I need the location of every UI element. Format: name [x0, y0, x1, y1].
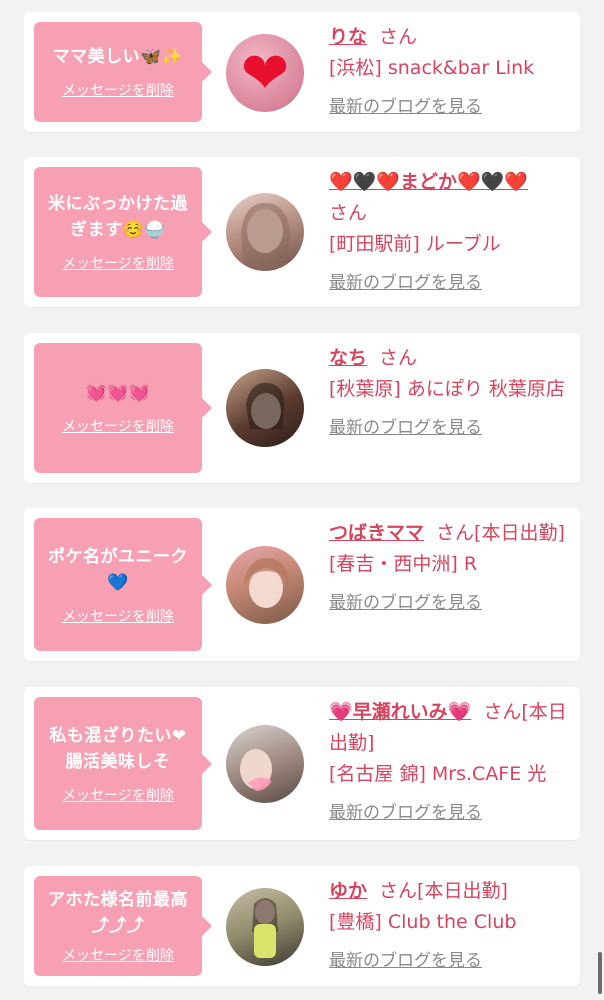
avatar[interactable]: ❤ — [226, 34, 304, 112]
message-bubble: 米にぶっかけた過 ぎます☺️🍚 メッセージを削除 — [34, 167, 212, 297]
latest-blog-link[interactable]: 最新のブログを見る — [329, 798, 482, 829]
message-card: ママ美しい🦋✨ メッセージを削除 ❤ りな さん [浜松] snack&bar L… — [24, 12, 580, 132]
cast-name-link[interactable]: ゆか — [329, 880, 367, 902]
person-avatar-icon — [240, 749, 272, 791]
shop-name: [浜松] snack&bar Link — [329, 57, 535, 79]
profile-info: ❤️🖤❤️まどか❤️🖤❤️ さん [町田駅前] ルーブル 最新のブログを見る — [329, 167, 569, 299]
honorific: さん — [379, 347, 418, 369]
message-text: アホた様名前最高 ⤴︎⤴︎⤴︎ — [48, 890, 188, 936]
shop-name: [春吉・西中洲] R — [329, 553, 478, 575]
shop-name: [町田駅前] ルーブル — [329, 233, 501, 255]
delete-message-link[interactable]: メッセージを削除 — [62, 253, 174, 273]
message-bubble: アホた様名前最高 ⤴︎⤴︎⤴︎ メッセージを削除 — [34, 876, 212, 976]
latest-blog-link[interactable]: 最新のブログを見る — [329, 946, 482, 977]
avatar[interactable] — [226, 369, 304, 447]
message-card: 私も混ざりたい❤ 腸活美味しそ メッセージを削除 💗早瀬れいみ💗 さん[本日出勤]… — [24, 687, 580, 840]
profile-info: りな さん [浜松] snack&bar Link 最新のブログを見る — [329, 22, 569, 123]
message-card: 💓💓💓 メッセージを削除 なち さん [秋葉原] あにぽり 秋葉原店 最新のブログ… — [24, 333, 580, 483]
shop-name: [豊橋] Club the Club — [329, 911, 517, 933]
message-bubble: ポケ名がユニーク 💙 メッセージを削除 — [34, 518, 212, 651]
cast-name-link[interactable]: なち — [329, 347, 367, 369]
message-text: ママ美しい🦋✨ — [52, 47, 184, 67]
cast-name-link[interactable]: 💗早瀬れいみ💗 — [329, 701, 471, 723]
status-tag: [本日出勤] — [417, 880, 508, 902]
honorific: さん — [379, 880, 418, 902]
heart-icon: ❤ — [240, 39, 290, 107]
cast-name-link[interactable]: ❤️🖤❤️まどか❤️🖤❤️ — [329, 171, 528, 193]
message-card: 米にぶっかけた過 ぎます☺️🍚 メッセージを削除 ❤️🖤❤️まどか❤️🖤❤️ さ… — [24, 157, 580, 307]
scrollbar[interactable] — [598, 952, 602, 994]
delete-message-link[interactable]: メッセージを削除 — [62, 416, 174, 436]
shop-name: [秋葉原] あにぽり 秋葉原店 — [329, 378, 565, 400]
message-card: アホた様名前最高 ⤴︎⤴︎⤴︎ メッセージを削除 ゆか さん[本日出勤] [豊橋]… — [24, 866, 580, 986]
honorific: さん — [329, 202, 368, 224]
latest-blog-link[interactable]: 最新のブログを見る — [329, 413, 482, 444]
message-text: ポケ名がユニーク 💙 — [48, 546, 188, 593]
message-list: ママ美しい🦋✨ メッセージを削除 ❤ りな さん [浜松] snack&bar L… — [0, 0, 604, 1000]
latest-blog-link[interactable]: 最新のブログを見る — [329, 92, 482, 123]
person-avatar-icon — [246, 382, 285, 429]
person-avatar-icon — [244, 558, 289, 608]
profile-info: なち さん [秋葉原] あにぽり 秋葉原店 最新のブログを見る — [329, 343, 569, 444]
honorific: さん — [483, 701, 522, 723]
message-text: 私も混ざりたい❤ 腸活美味しそ — [49, 725, 187, 772]
message-bubble: ママ美しい🦋✨ メッセージを削除 — [34, 22, 212, 122]
message-text: 米にぶっかけた過 ぎます☺️🍚 — [48, 194, 188, 240]
cast-name-link[interactable]: つばきママ — [329, 522, 424, 544]
message-bubble: 💓💓💓 メッセージを削除 — [34, 343, 212, 473]
status-tag: [本日出勤] — [474, 522, 565, 544]
avatar[interactable] — [226, 888, 304, 966]
person-avatar-icon — [241, 203, 290, 271]
honorific: さん — [379, 26, 418, 48]
honorific: さん — [436, 522, 475, 544]
profile-info: ゆか さん[本日出勤] [豊橋] Club the Club 最新のブログを見る — [329, 876, 569, 977]
latest-blog-link[interactable]: 最新のブログを見る — [329, 268, 482, 299]
delete-message-link[interactable]: メッセージを削除 — [62, 945, 174, 965]
avatar[interactable] — [226, 193, 304, 271]
person-avatar-icon — [252, 898, 278, 958]
message-card: ポケ名がユニーク 💙 メッセージを削除 つばきママ さん[本日出勤] [春吉・西中… — [24, 508, 580, 661]
delete-message-link[interactable]: メッセージを削除 — [62, 606, 174, 626]
shop-name: [名古屋 錦] Mrs.CAFE 光 — [329, 763, 547, 785]
cast-name-link[interactable]: りな — [329, 26, 367, 48]
profile-info: 💗早瀬れいみ💗 さん[本日出勤] [名古屋 錦] Mrs.CAFE 光 最新のブロ… — [329, 697, 569, 829]
delete-message-link[interactable]: メッセージを削除 — [62, 80, 174, 100]
message-text: 💓💓💓 — [85, 383, 151, 403]
message-bubble: 私も混ざりたい❤ 腸活美味しそ メッセージを削除 — [34, 697, 212, 830]
latest-blog-link[interactable]: 最新のブログを見る — [329, 588, 482, 619]
profile-info: つばきママ さん[本日出勤] [春吉・西中洲] R 最新のブログを見る — [329, 518, 569, 619]
delete-message-link[interactable]: メッセージを削除 — [62, 785, 174, 805]
avatar[interactable] — [226, 546, 304, 624]
avatar[interactable] — [226, 725, 304, 803]
